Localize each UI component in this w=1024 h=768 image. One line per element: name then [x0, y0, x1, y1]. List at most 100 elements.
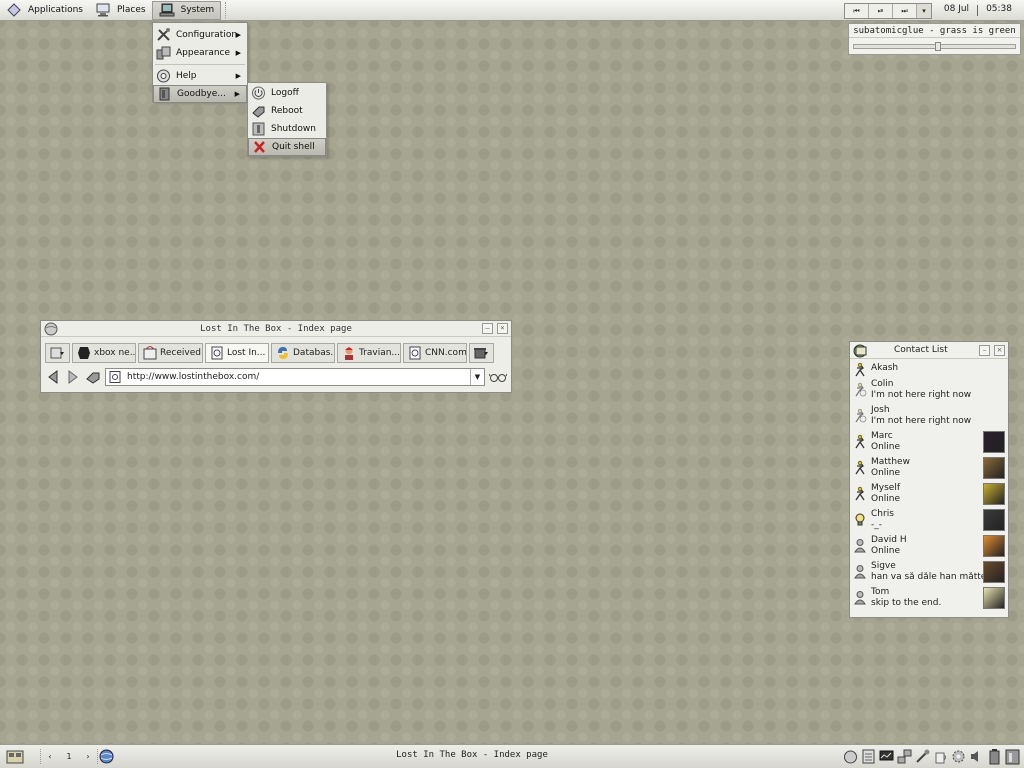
menu-item-logoff[interactable]: Logoff	[248, 84, 326, 102]
presence-offline-icon	[854, 591, 866, 605]
applications-label: Applications	[28, 5, 83, 15]
contact-list-title: Contact List	[894, 345, 948, 355]
track-position-thumb[interactable]	[935, 42, 941, 51]
glasses-icon[interactable]	[489, 370, 507, 384]
globe-icon[interactable]	[44, 322, 58, 336]
pager-next-button[interactable]: ›	[86, 752, 89, 761]
tab-received[interactable]: Received	[138, 343, 203, 363]
battery-tray-icon[interactable]	[987, 748, 1002, 765]
tools-tray-icon[interactable]	[915, 748, 930, 765]
contact-david-h[interactable]: David H Online	[850, 533, 1008, 559]
menu-item-help[interactable]: Help ▶	[153, 67, 247, 85]
browser-title: Lost In The Box - Index page	[200, 324, 352, 334]
system-dropdown: Configuration ▶ Appearance ▶ Help ▶ Good…	[152, 22, 248, 103]
home-arrow-icon[interactable]	[85, 369, 101, 385]
clock-time: 05:38	[986, 4, 1012, 14]
globe-tray-icon[interactable]	[843, 748, 858, 765]
pager-prev-button[interactable]: ‹	[48, 752, 51, 761]
menu-item-label: Quit shell	[272, 142, 315, 152]
switch-user-tray-icon[interactable]	[1005, 748, 1020, 765]
play-pause-button[interactable]: ⏯	[869, 4, 893, 18]
menu-item-appearance[interactable]: Appearance ▶	[153, 44, 247, 62]
minimize-button[interactable]: –	[482, 323, 493, 334]
tab-xbox[interactable]: xbox ne...	[72, 343, 136, 363]
messenger-icon[interactable]	[852, 343, 868, 358]
tab-menu-icon	[50, 347, 64, 359]
shutdown-icon	[252, 122, 265, 136]
menu-item-label: Appearance	[176, 48, 231, 58]
contact-josh[interactable]: Josh I'm not here right now	[850, 403, 1008, 429]
contact-matthew[interactable]: Matthew Online	[850, 455, 1008, 481]
monitor-tray-icon[interactable]	[879, 748, 894, 765]
browser-titlebar[interactable]: Lost In The Box - Index page – ×	[41, 321, 511, 337]
contact-tom[interactable]: Tom skip to the end.	[850, 585, 1008, 611]
contact-akash[interactable]: Akash	[850, 361, 1008, 377]
tab-bar: xbox ne... Received Lost In... Databas..…	[45, 343, 507, 363]
minimize-button[interactable]: –	[979, 345, 990, 356]
contact-avatar	[983, 509, 1005, 531]
system-menu[interactable]: System	[151, 0, 222, 20]
presence-online-icon	[855, 486, 865, 501]
submenu-arrow-icon: ▶	[235, 31, 241, 39]
track-position-slider[interactable]	[853, 42, 1016, 51]
contact-name: Akash	[871, 363, 899, 373]
menu-item-label: Help	[176, 71, 197, 81]
menu-item-configuration[interactable]: Configuration ▶	[153, 26, 247, 44]
presence-away-icon	[855, 408, 867, 423]
applications-menu[interactable]: Applications	[0, 0, 89, 21]
tab-list-button[interactable]	[45, 343, 70, 363]
gear-tray-icon[interactable]	[951, 748, 966, 765]
menu-item-quit-shell[interactable]: Quit shell	[248, 138, 326, 156]
speaker-tray-icon[interactable]	[969, 748, 984, 765]
previous-track-button[interactable]: ⏮	[845, 4, 869, 18]
places-menu[interactable]: Places	[89, 0, 152, 21]
network-tray-icon[interactable]	[897, 748, 912, 765]
menu-item-label: Goodbye...	[177, 89, 226, 99]
menu-item-shutdown[interactable]: Shutdown	[248, 120, 326, 138]
contact-list-titlebar[interactable]: Contact List – ×	[850, 342, 1008, 359]
contact-status: I'm not here right now	[871, 416, 972, 426]
received-icon	[143, 346, 157, 360]
contact-status: Online	[871, 468, 901, 478]
presence-online-icon	[855, 362, 865, 377]
page-icon	[109, 371, 121, 383]
closed-tabs-button[interactable]	[469, 343, 494, 363]
media-controls: ⏮ ⏯ ⏭ ▾	[844, 3, 932, 19]
tab-database[interactable]: Databas...	[271, 343, 335, 363]
taskbar-window-title[interactable]: Lost In The Box - Index page	[100, 750, 844, 760]
tab-lost-in-the-box[interactable]: Lost In...	[205, 343, 269, 363]
menu-separator	[155, 62, 245, 65]
contact-status: Online	[871, 442, 901, 452]
now-playing-title: subatomicglue - grass is green	[849, 24, 1020, 38]
menu-item-label: Configuration	[176, 30, 238, 40]
next-track-button[interactable]: ⏭	[893, 4, 917, 18]
pager-page-number[interactable]: 1	[66, 752, 71, 761]
contact-colin[interactable]: Colin I'm not here right now	[850, 377, 1008, 403]
presence-online-icon	[855, 434, 865, 449]
url-text[interactable]: http://www.lostinthebox.com/	[127, 372, 259, 382]
back-arrow-icon[interactable]	[45, 369, 61, 385]
forward-arrow-icon[interactable]	[65, 369, 81, 385]
tab-travian[interactable]: Travian...	[337, 343, 401, 363]
contact-avatar	[983, 457, 1005, 479]
media-menu-button[interactable]: ▾	[917, 4, 931, 18]
url-history-dropdown[interactable]: ▼	[470, 369, 484, 385]
tab-cnn[interactable]: CNN.com...	[403, 343, 467, 363]
show-desktop-icon[interactable]	[6, 749, 24, 765]
contact-myself[interactable]: Myself Online	[850, 481, 1008, 507]
contact-marc[interactable]: Marc Online	[850, 429, 1008, 455]
submenu-arrow-icon: ▶	[235, 49, 241, 57]
trash-icon	[474, 348, 488, 359]
notes-tray-icon[interactable]	[861, 748, 876, 765]
close-button[interactable]: ×	[994, 345, 1005, 356]
url-bar[interactable]: http://www.lostinthebox.com/ ▼	[105, 368, 485, 386]
menu-item-reboot[interactable]: Reboot	[248, 102, 326, 120]
menu-item-goodbye[interactable]: Goodbye... ▶	[153, 85, 247, 103]
navigation-bar: http://www.lostinthebox.com/ ▼	[45, 367, 507, 387]
contact-chris[interactable]: Chris -_-	[850, 507, 1008, 533]
close-button[interactable]: ×	[497, 323, 508, 334]
system-tray	[843, 748, 1020, 765]
clock[interactable]: 08 Jul 05:38	[944, 4, 1012, 16]
cup-tray-icon[interactable]	[933, 748, 948, 765]
contact-sigve[interactable]: Sigvehan va så dåle han måtte få spaltis…	[850, 559, 1008, 585]
